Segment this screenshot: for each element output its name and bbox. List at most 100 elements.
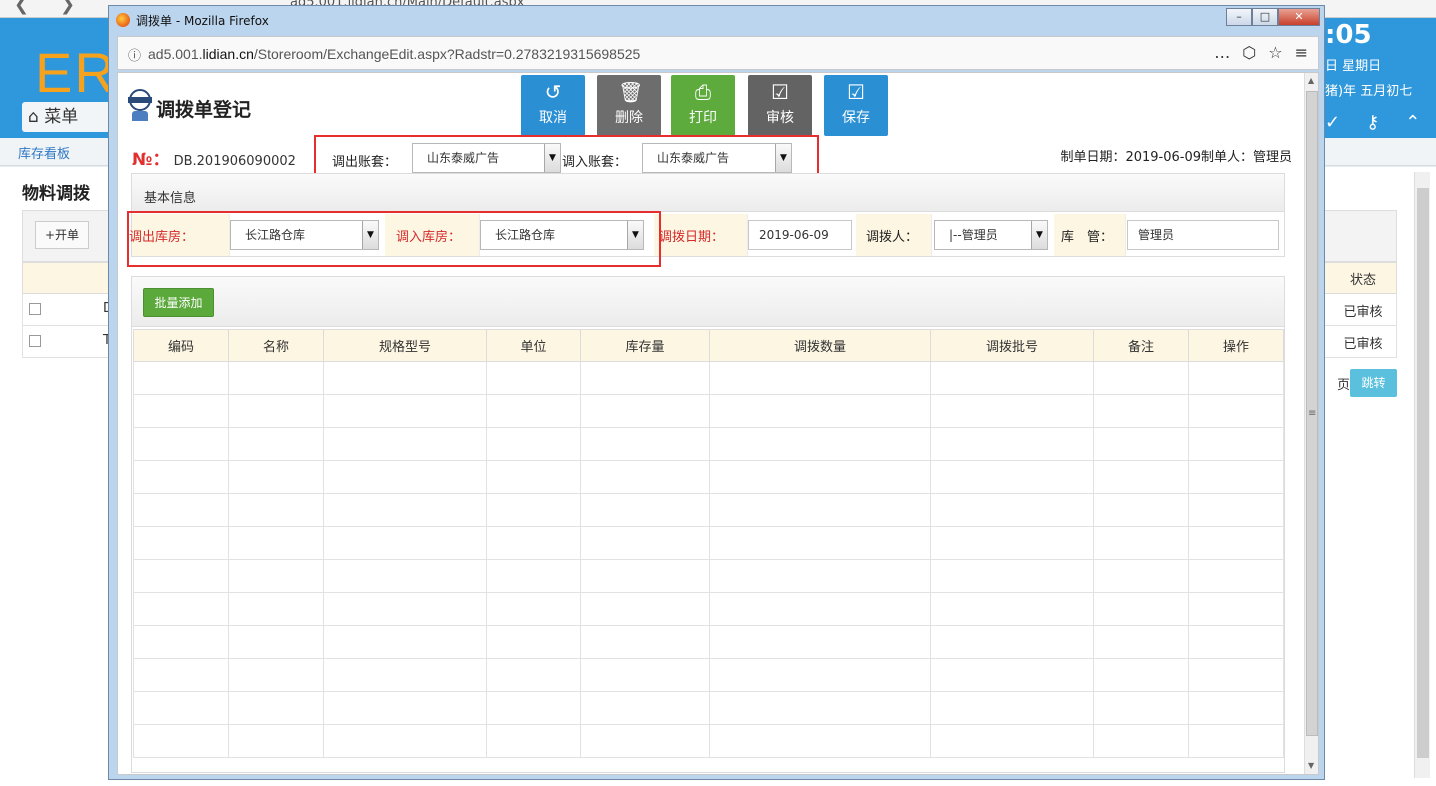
grid-cell <box>1093 724 1189 758</box>
grid-cell <box>709 625 931 659</box>
grid-cell <box>133 394 229 428</box>
grid-cell <box>1188 493 1284 527</box>
bg-scroll-thumb[interactable] <box>1417 188 1429 758</box>
close-icon[interactable]: ✕ <box>1278 8 1320 26</box>
back-icon[interactable]: ❮ <box>14 0 29 15</box>
grid-cell <box>228 361 324 395</box>
grid-cell <box>930 394 1094 428</box>
cancel-button[interactable]: ↺ 取消 <box>521 75 585 136</box>
delete-label: 删除 <box>615 110 643 126</box>
grid-cell <box>323 691 487 725</box>
grid-cell <box>486 361 581 395</box>
grid-cell <box>930 691 1094 725</box>
grid-cell <box>323 361 487 395</box>
pocket-icon[interactable]: ⬡ <box>1242 43 1256 62</box>
basic-info-title: 基本信息 <box>144 191 197 206</box>
grid-cell <box>228 526 324 560</box>
grid-cell <box>1188 460 1284 494</box>
jump-button[interactable]: 跳转 <box>1350 369 1397 397</box>
grid-cell <box>228 592 324 626</box>
grid-cell <box>1093 625 1189 659</box>
print-button[interactable]: ⎙ 打印 <box>671 75 735 136</box>
column-header-remark: 备注 <box>1093 329 1189 362</box>
chevron-down-icon[interactable]: ▼ <box>1031 221 1047 249</box>
grid-cell <box>580 427 710 461</box>
grid-cell <box>1188 724 1284 758</box>
row-checkbox[interactable] <box>29 303 41 315</box>
column-header-name: 名称 <box>228 329 324 362</box>
date-text: 日 星期日 <box>1325 59 1382 74</box>
url-domain: lidian.cn <box>202 46 254 62</box>
hamburger-menu-icon[interactable]: ≡ <box>1295 43 1308 62</box>
grid-cell <box>580 658 710 692</box>
info-icon[interactable]: ⓘ <box>128 45 141 64</box>
popup-titlebar[interactable]: 调拨单 - Mozilla Firefox – □ ✕ <box>109 6 1324 34</box>
menu-button[interactable]: ⌂ 菜单 <box>22 102 110 132</box>
grid-cell <box>228 724 324 758</box>
transfer-date-label: 调拨日期： <box>659 230 725 245</box>
more-icon[interactable]: … <box>1214 43 1230 62</box>
key-icon[interactable]: ⚷ <box>1366 112 1379 133</box>
grid-cell <box>323 427 487 461</box>
scroll-up-icon[interactable]: ▲ <box>1308 76 1314 85</box>
grid-cell <box>1188 361 1284 395</box>
grid-cell <box>323 592 487 626</box>
grid-empty-row <box>133 361 1284 395</box>
grid-cell <box>709 559 931 593</box>
bookmark-star-icon[interactable]: ☆ <box>1268 43 1282 62</box>
trash-icon: 🗑 <box>618 80 644 104</box>
transfer-date-input[interactable]: 2019-06-09 <box>748 220 852 250</box>
audit-button[interactable]: ☑ 审核 <box>748 75 812 136</box>
grid-cell <box>709 691 931 725</box>
grid-cell <box>323 493 487 527</box>
transfer-person-value: |--管理员 <box>949 228 998 242</box>
forward-icon[interactable]: ❯ <box>60 0 75 15</box>
grid-cell <box>228 394 324 428</box>
grid-cell <box>486 592 581 626</box>
grid-cell <box>323 625 487 659</box>
grid-cell <box>228 427 324 461</box>
grid-cell <box>1093 361 1189 395</box>
transfer-person-select[interactable]: |--管理员 ▼ <box>934 220 1048 250</box>
scroll-down-icon[interactable]: ▼ <box>1308 761 1314 770</box>
open-order-button[interactable]: +开单 <box>35 221 89 249</box>
grid-empty-row <box>133 691 1284 725</box>
storekeeper-input[interactable]: 管理员 <box>1127 220 1279 250</box>
popup-scrollbar[interactable]: ▲ ≡ ▼ <box>1304 73 1318 774</box>
document-number-value: DB.201906090002 <box>173 154 296 169</box>
collapse-icon[interactable]: ⌃ <box>1405 112 1420 133</box>
form-title: 调拨单登记 <box>156 99 252 121</box>
row-status: 已审核 <box>1343 337 1383 352</box>
maximize-icon[interactable]: □ <box>1252 8 1278 26</box>
minimize-icon[interactable]: – <box>1226 8 1252 26</box>
page-suffix: 页 <box>1337 378 1351 393</box>
url-bar[interactable]: ⓘ ad5.001.lidian.cn/Storeroom/ExchangeEd… <box>117 36 1319 70</box>
grid-cell <box>930 460 1094 494</box>
grid-cell <box>228 625 324 659</box>
popup-window: 调拨单 - Mozilla Firefox – □ ✕ ⓘ ad5.001.lidi… <box>108 5 1325 780</box>
delete-button[interactable]: 🗑 删除 <box>597 75 661 136</box>
column-header-unit: 单位 <box>486 329 581 362</box>
grid-cell <box>580 691 710 725</box>
grid-cell <box>323 394 487 428</box>
grid-cell <box>228 559 324 593</box>
firefox-icon <box>116 13 130 27</box>
open-order-label: 开单 <box>55 228 80 242</box>
grid-cell <box>580 625 710 659</box>
grid-cell <box>1093 658 1189 692</box>
edit-icon[interactable]: ✓ <box>1325 112 1340 133</box>
bg-scrollbar[interactable] <box>1414 172 1430 778</box>
storekeeper-label: 库 管： <box>1061 230 1114 245</box>
column-header-code: 编码 <box>133 329 229 362</box>
url-text[interactable]: ad5.001.lidian.cn/Storeroom/ExchangeEdit… <box>148 46 640 62</box>
batch-add-button[interactable]: 批量添加 <box>143 288 214 317</box>
column-header-quantity: 调拨数量 <box>709 329 931 362</box>
row-checkbox[interactable] <box>29 335 41 347</box>
url-prefix: ad5.001. <box>148 46 203 62</box>
tab-inventory-board[interactable]: 库存看板 <box>18 143 70 162</box>
grid-cell <box>1093 460 1189 494</box>
header-icons: ✓ ⚷ ⌃ <box>1325 112 1436 133</box>
grid-cell <box>1093 592 1189 626</box>
save-button[interactable]: ☑ 保存 <box>824 75 888 136</box>
grid-cell <box>709 361 931 395</box>
